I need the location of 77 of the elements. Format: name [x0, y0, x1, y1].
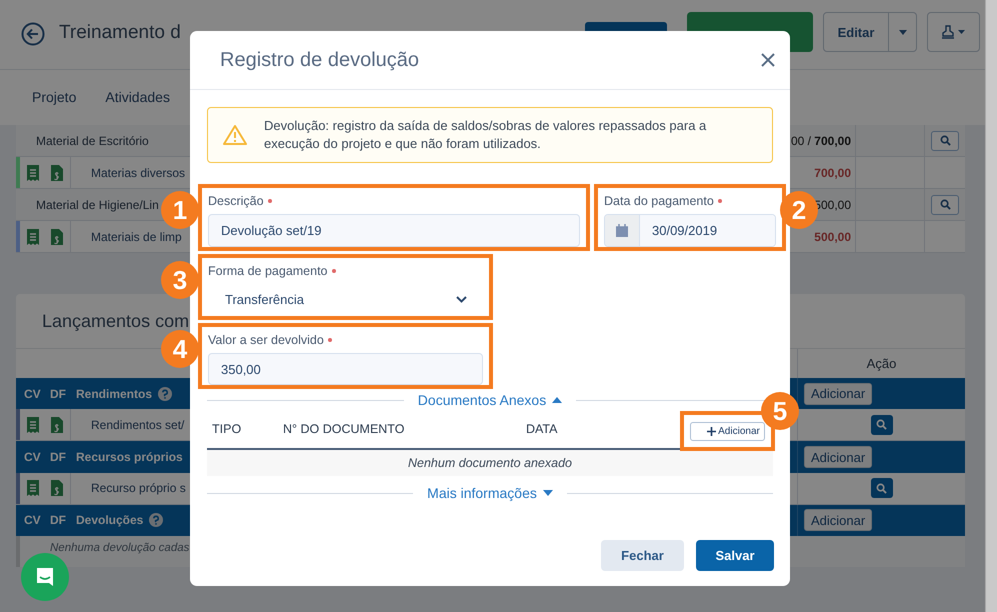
column-header: TIPO	[211, 422, 242, 436]
category-name: Material de Escritório	[35, 134, 149, 148]
input-field[interactable]: 350,00	[208, 353, 483, 385]
invoice-icon[interactable]	[50, 228, 64, 246]
field-label: Descrição	[208, 194, 580, 208]
help-icon[interactable]	[158, 386, 172, 401]
section-toggle[interactable]: Mais informações	[423, 485, 557, 501]
field-label: Data do pagamento	[604, 194, 776, 208]
item-value: 700,00	[814, 166, 852, 180]
invoice-icon[interactable]	[50, 479, 64, 498]
back-icon[interactable]	[21, 22, 45, 46]
receipt-icon[interactable]	[26, 479, 40, 498]
project-title: Treinamento d	[59, 22, 182, 44]
search-icon	[876, 419, 887, 430]
input-field[interactable]: Devolução set/19	[208, 214, 580, 247]
section-toggle[interactable]: Documentos Anexos	[414, 392, 566, 408]
add-button[interactable]: Adicionar	[804, 509, 872, 532]
add-button[interactable]: Adicionar	[804, 446, 872, 468]
column-label: CV	[24, 386, 42, 401]
category-name: Material de Higiene/Lin	[35, 198, 159, 212]
close-button[interactable]: Fechar	[601, 540, 684, 571]
entry-name: Recurso próprio s	[90, 481, 186, 496]
invoice-icon[interactable]	[50, 164, 64, 182]
search-button[interactable]	[870, 478, 892, 498]
receipt-icon[interactable]	[26, 416, 40, 434]
add-button[interactable]: Adicionar	[690, 422, 765, 440]
chat-button[interactable]	[21, 553, 69, 601]
search-icon	[940, 199, 950, 210]
save-button[interactable]: Salvar	[696, 540, 774, 571]
item-name: Materias diversos	[90, 166, 186, 180]
tab[interactable]: Projeto	[32, 84, 76, 110]
category-name: Recursos próprios	[76, 450, 183, 464]
add-button[interactable]: Adicionar	[804, 382, 872, 405]
budget-value: 00 / 700,00	[790, 134, 852, 148]
caret-icon	[898, 30, 906, 34]
field-label: Valor a ser devolvido	[208, 333, 483, 347]
search-button[interactable]	[870, 414, 892, 435]
notice-text: Devolução: registro da saída de saldos/sobras de valores repassados para a execução do projeto e que não foram utilizados.	[264, 117, 708, 153]
scrollbar[interactable]	[985, 0, 997, 612]
column-label: DF	[50, 450, 67, 464]
receipt-icon[interactable]	[26, 228, 40, 246]
close-icon[interactable]	[761, 53, 775, 67]
chevron-down-icon	[456, 296, 467, 303]
item-value: 500,00	[814, 230, 852, 244]
column-label: DF	[50, 386, 67, 401]
category-name: Rendimentos	[76, 386, 152, 401]
entry-name: Rendimentos set/	[90, 418, 184, 432]
receipt-icon[interactable]	[26, 164, 40, 182]
dialog-title: Registro de devolução	[220, 48, 420, 72]
plus-icon	[707, 426, 716, 436]
search-button[interactable]	[931, 130, 959, 150]
column-header: DATA	[526, 422, 558, 436]
item-name: Materiais de limp	[90, 230, 182, 244]
step-badge: 5	[761, 392, 799, 430]
stamp-icon	[940, 25, 966, 39]
warning-icon	[222, 124, 248, 146]
step-badge: 3	[161, 261, 199, 299]
column-header: N° DO DOCUMENTO	[283, 422, 406, 436]
category-name: Devoluções	[76, 513, 144, 528]
empty-message: Nenhuma devolução cadas	[49, 540, 190, 554]
help-icon[interactable]	[149, 513, 164, 528]
search-icon	[876, 482, 887, 494]
empty-message: Nenhum documento anexado	[207, 450, 773, 476]
search-icon	[940, 135, 950, 146]
invoice-icon[interactable]	[50, 416, 64, 434]
tab[interactable]: Atividades	[105, 84, 170, 110]
search-button[interactable]	[931, 194, 959, 214]
column-label: CV	[24, 450, 42, 464]
stamp-button[interactable]	[927, 12, 980, 52]
column-label: CV	[24, 513, 42, 528]
chat-icon	[34, 566, 56, 588]
date-field[interactable]: 30/09/2019	[604, 214, 776, 247]
column-label: DF	[50, 513, 67, 528]
field-label: Forma de pagamento	[208, 264, 483, 278]
edit-button[interactable]: Editar	[823, 12, 889, 52]
calendar-icon	[616, 224, 628, 237]
dropdown-button[interactable]	[889, 12, 917, 52]
